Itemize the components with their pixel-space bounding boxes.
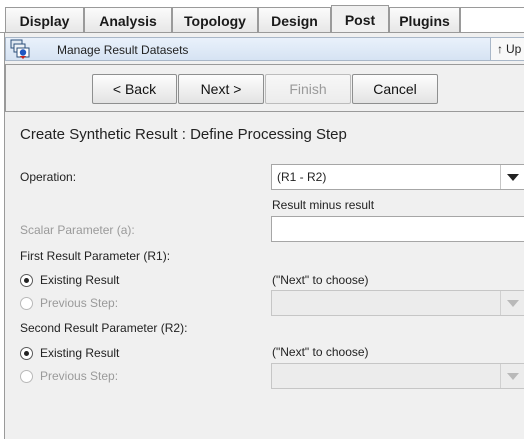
second-existing-result-label: Existing Result	[40, 346, 120, 360]
finish-button-label: Finish	[289, 81, 327, 97]
chevron-down-icon	[506, 372, 519, 380]
first-previous-step-radio[interactable]: Previous Step:	[20, 295, 118, 311]
tab-post[interactable]: Post	[331, 5, 389, 33]
post-panel: Manage Result Datasets ↑ Up < Back Next …	[4, 33, 524, 439]
first-existing-result-radio[interactable]: Existing Result	[20, 272, 119, 288]
first-previous-step-select[interactable]	[271, 290, 524, 316]
tab-plugins[interactable]: Plugins	[389, 7, 460, 33]
operation-select-value: (R1 - R2)	[277, 170, 327, 184]
operation-label: Operation:	[20, 170, 77, 184]
tab-label: Analysis	[99, 12, 157, 29]
first-previous-dropdown-button[interactable]	[500, 291, 524, 315]
tab-label: Topology	[184, 12, 246, 29]
tab-bar: Display Analysis Topology Design Post Pl…	[0, 0, 524, 33]
tab-label: Design	[271, 12, 318, 29]
first-result-parameter-label: First Result Parameter (R1):	[20, 249, 171, 263]
tab-label: Post	[344, 11, 376, 28]
first-existing-result-label: Existing Result	[40, 273, 120, 287]
cancel-button-label: Cancel	[373, 81, 417, 97]
panel-title-bar: Manage Result Datasets ↑ Up	[5, 37, 524, 61]
tab-label: Display	[19, 12, 70, 29]
second-previous-step-select[interactable]	[271, 363, 524, 389]
radio-unselected-icon	[20, 296, 33, 310]
tab-bar-filler	[460, 7, 524, 33]
up-button-label: Up	[506, 42, 522, 56]
up-button[interactable]: ↑ Up	[490, 38, 524, 60]
second-existing-hint: ("Next" to choose)	[272, 345, 369, 359]
back-button[interactable]: < Back	[92, 74, 177, 104]
dataset-manage-icon	[10, 39, 30, 59]
wizard-button-bar: < Back Next > Finish Cancel	[5, 64, 524, 112]
first-previous-step-label: Previous Step:	[40, 296, 119, 310]
next-button-label: Next >	[200, 81, 242, 97]
back-button-label: < Back	[112, 81, 157, 97]
panel-title: Manage Result Datasets	[57, 43, 189, 57]
radio-selected-icon	[20, 346, 33, 360]
processing-step-form: Create Synthetic Result : Define Process…	[5, 112, 524, 439]
scalar-parameter-input[interactable]	[271, 216, 524, 242]
form-heading: Create Synthetic Result : Define Process…	[20, 126, 347, 143]
chevron-down-icon	[506, 299, 519, 307]
operation-select[interactable]: (R1 - R2)	[271, 164, 524, 190]
operation-dropdown-button[interactable]	[500, 165, 524, 189]
tab-design[interactable]: Design	[258, 7, 331, 33]
operation-description: Result minus result	[272, 198, 375, 212]
second-previous-step-label: Previous Step:	[40, 369, 119, 383]
finish-button[interactable]: Finish	[265, 74, 351, 104]
radio-unselected-icon	[20, 369, 33, 383]
second-previous-dropdown-button[interactable]	[500, 364, 524, 388]
second-result-parameter-label: Second Result Parameter (R2):	[20, 321, 188, 335]
up-arrow-icon: ↑	[497, 42, 503, 56]
tab-display[interactable]: Display	[5, 7, 84, 33]
next-button[interactable]: Next >	[178, 74, 264, 104]
cancel-button[interactable]: Cancel	[352, 74, 438, 104]
tab-label: Plugins	[399, 12, 450, 29]
tab-topology[interactable]: Topology	[172, 7, 258, 33]
scalar-parameter-label: Scalar Parameter (a):	[20, 223, 135, 237]
app-window: Display Analysis Topology Design Post Pl…	[0, 0, 524, 439]
first-existing-hint: ("Next" to choose)	[272, 273, 369, 287]
tab-analysis[interactable]: Analysis	[84, 7, 172, 33]
second-existing-result-radio[interactable]: Existing Result	[20, 345, 119, 361]
radio-selected-icon	[20, 273, 33, 287]
chevron-down-icon	[506, 173, 519, 181]
second-previous-step-radio[interactable]: Previous Step:	[20, 368, 118, 384]
